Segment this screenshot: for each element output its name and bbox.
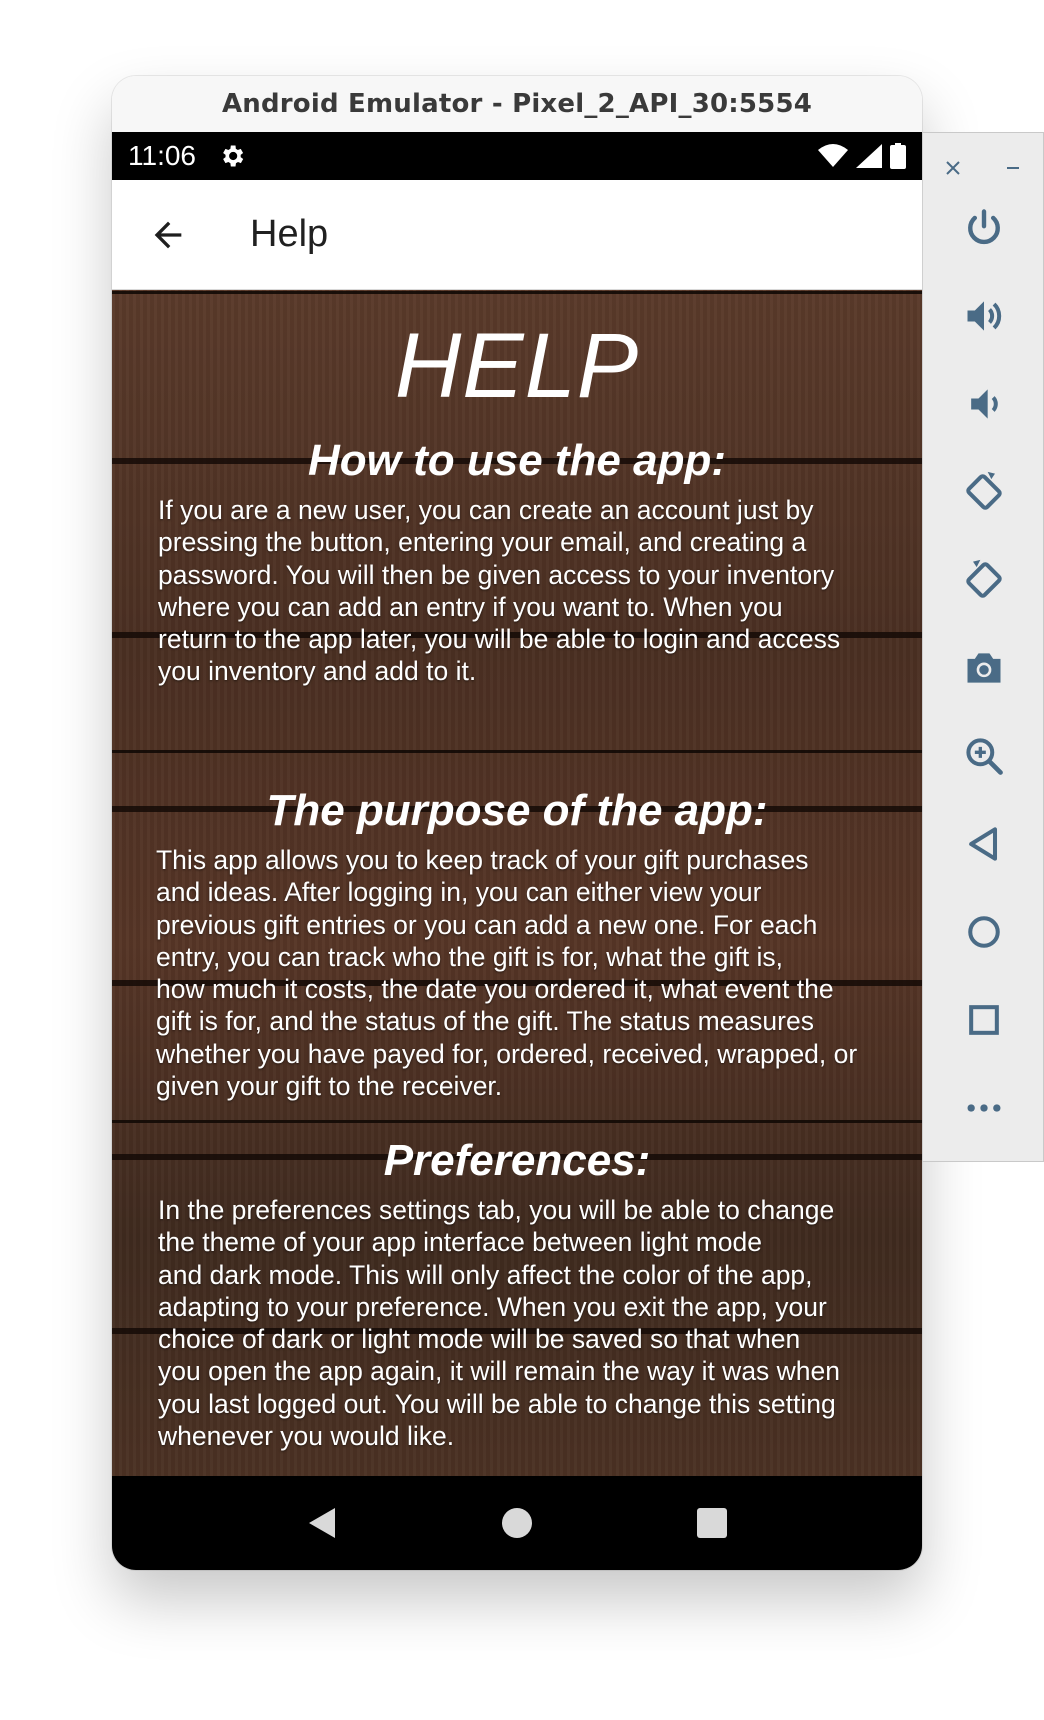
back-icon (308, 1508, 335, 1538)
camera-icon (967, 653, 1001, 683)
toolbar-window-controls (923, 133, 1043, 189)
wood-grain-line (112, 291, 922, 294)
toolbar-more-button[interactable] (923, 1073, 1044, 1143)
nav-home-button[interactable] (487, 1493, 547, 1553)
back-icon (969, 827, 998, 861)
app-bar-title: Help (250, 213, 329, 255)
battery-icon (890, 143, 906, 169)
volume-down-button[interactable] (923, 369, 1044, 439)
app-bar: Help (112, 180, 922, 290)
volume-up-icon (967, 301, 1002, 331)
status-time: 11:06 (128, 140, 196, 171)
power-icon (968, 209, 1000, 245)
rotate-right-icon (966, 559, 1002, 598)
help-heading: HELP (394, 315, 640, 417)
toolbar-overview-button[interactable] (923, 985, 1044, 1055)
minimize-icon[interactable] (1004, 159, 1022, 177)
gear-icon (223, 145, 244, 167)
zoom-icon (966, 738, 1003, 775)
close-icon[interactable] (944, 159, 962, 177)
back-arrow-icon[interactable] (148, 215, 188, 255)
section-body-preferences: In the preferences settings tab, you wil… (158, 1195, 841, 1452)
section-title-purpose: The purpose of the app: (266, 786, 768, 835)
rotate-left-button[interactable] (923, 457, 1044, 527)
help-content: HELP How to use the app: If you are a ne… (112, 290, 922, 1476)
overview-icon (969, 1005, 999, 1035)
emulator-window: Android Emulator - Pixel_2_API_30:5554 1… (112, 76, 922, 1570)
rotate-right-button[interactable] (923, 545, 1044, 615)
status-bar: 11:06 (112, 132, 922, 180)
emulator-toolbar (922, 132, 1044, 1162)
wood-grain-line (112, 750, 922, 753)
rotate-left-icon (966, 471, 1002, 510)
home-icon (968, 916, 1000, 948)
power-button[interactable] (923, 193, 1044, 263)
section-body-purpose: This app allows you to keep track of you… (156, 845, 858, 1102)
home-icon (501, 1508, 532, 1538)
window-title: Android Emulator - Pixel_2_API_30:5554 (112, 76, 922, 132)
more-icon (967, 1104, 1001, 1112)
section-title-how-to-use: How to use the app: (308, 436, 726, 485)
recents-icon (697, 1508, 728, 1538)
volume-down-icon (971, 389, 998, 419)
system-nav-bar (112, 1476, 922, 1570)
section-title-preferences: Preferences: (383, 1136, 651, 1185)
status-icons (818, 143, 906, 169)
wifi-icon (818, 144, 848, 167)
screen: Android Emulator - Pixel_2_API_30:5554 1… (0, 0, 1044, 1720)
zoom-button[interactable] (923, 721, 1044, 791)
screenshot-button[interactable] (923, 633, 1044, 703)
toolbar-back-button[interactable] (923, 809, 1044, 879)
nav-back-button[interactable] (292, 1493, 352, 1553)
cell-signal-icon (856, 144, 882, 168)
volume-up-button[interactable] (923, 281, 1044, 351)
nav-recents-button[interactable] (682, 1493, 742, 1553)
wood-grain-line (112, 1120, 922, 1123)
toolbar-home-button[interactable] (923, 897, 1044, 967)
section-body-how-to-use: If you are a new user, you can create an… (158, 495, 841, 687)
